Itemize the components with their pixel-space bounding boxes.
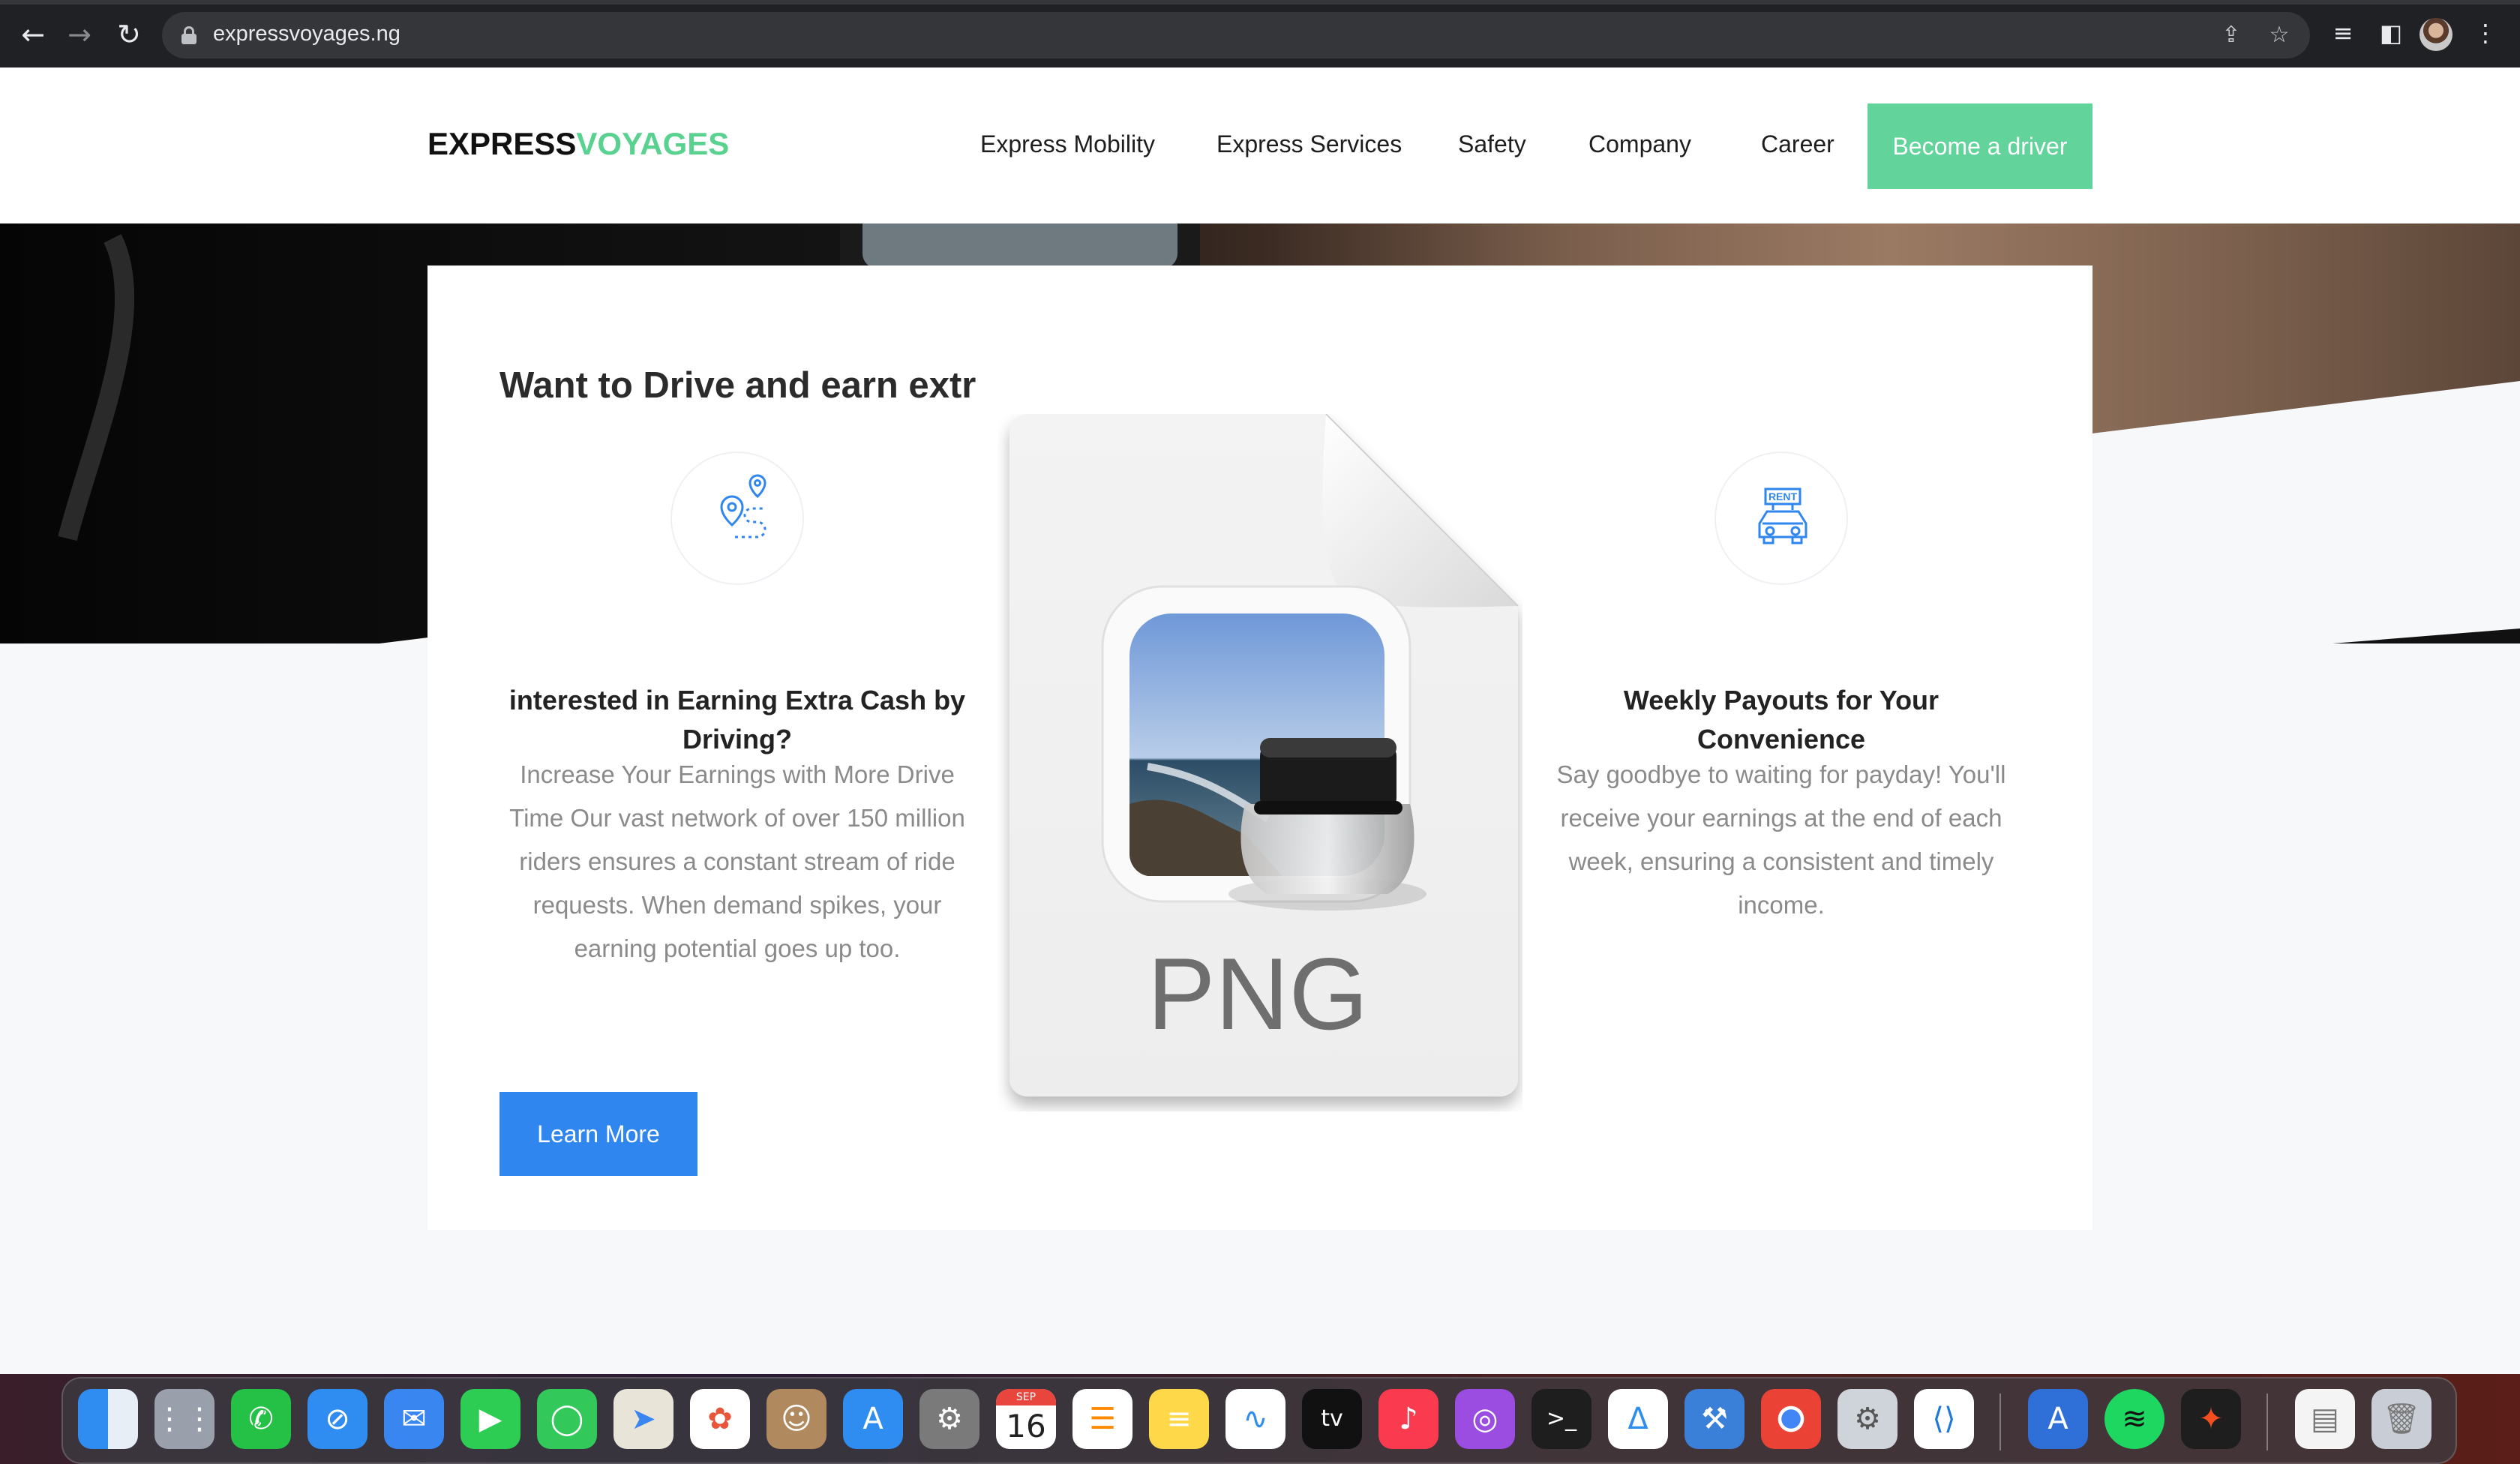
trash-icon[interactable]: 🗑	[2372, 1389, 2432, 1449]
dock-separator	[2266, 1394, 2268, 1450]
music-icon[interactable]: ♪	[1378, 1389, 1438, 1449]
site-header: EXPRESSVOYAGES Express Mobility Express …	[0, 68, 2520, 224]
become-a-driver-button[interactable]: Become a driver	[1868, 104, 2092, 189]
downloads-stack-icon[interactable]: ▤	[2295, 1389, 2355, 1449]
calendar-month: SEP	[996, 1389, 1056, 1406]
launchpad-icon[interactable]: ⋮⋮	[154, 1389, 214, 1449]
kebab-menu-icon[interactable]: ⋮	[2470, 18, 2500, 48]
route-pin-icon	[670, 452, 804, 585]
maps-icon[interactable]: ➤	[614, 1389, 674, 1449]
page-viewport: EXPRESSVOYAGES Express Mobility Express …	[0, 68, 2520, 1374]
forward-arrow-icon[interactable]: →	[62, 16, 98, 52]
nav-express-services[interactable]: Express Services	[1216, 130, 1402, 158]
png-file-preview-icon[interactable]: PNG	[998, 413, 1522, 1112]
back-arrow-icon[interactable]: ←	[15, 16, 51, 52]
contacts-icon[interactable]: ☺	[766, 1389, 826, 1449]
simulator-icon[interactable]: A	[2028, 1389, 2088, 1449]
nav-safety[interactable]: Safety	[1458, 130, 1526, 158]
rent-car-icon: RENT	[1714, 452, 1848, 585]
logo-voyages: VOYAGES	[576, 126, 730, 161]
apple-tv-icon[interactable]: tv	[1302, 1389, 1362, 1449]
feature-title-weekly-payouts: Weekly Payouts for Your Convenience	[1623, 685, 1940, 754]
media-control-icon[interactable]: ≡	[2328, 18, 2358, 48]
nav-career[interactable]: Career	[1761, 130, 1834, 158]
site-logo[interactable]: EXPRESSVOYAGES	[428, 126, 729, 162]
bookmark-star-icon[interactable]: ☆	[2266, 22, 2292, 48]
safari-icon[interactable]: ⊘	[308, 1389, 368, 1449]
system-preferences-icon[interactable]: ⚙	[920, 1389, 980, 1449]
podcasts-icon[interactable]: ◎	[1455, 1389, 1515, 1449]
profile-avatar[interactable]	[2420, 18, 2452, 51]
feature-description-earn-extra-cash: Increase Your Earnings with More Drive T…	[509, 760, 965, 962]
calendar-icon[interactable]: SEP 16	[996, 1389, 1056, 1449]
calendar-day: 16	[1006, 1408, 1046, 1444]
photos-icon[interactable]: ✿	[690, 1389, 750, 1449]
learn-more-button[interactable]: Learn More	[500, 1092, 698, 1176]
instruments-icon[interactable]: Δ	[1608, 1389, 1668, 1449]
app-store-icon[interactable]: A	[843, 1389, 903, 1449]
share-icon[interactable]: ⇪	[2218, 22, 2244, 48]
dock-separator	[2000, 1394, 2001, 1450]
nav-company[interactable]: Company	[1588, 130, 1691, 158]
xcode-icon[interactable]: ⚒	[1684, 1389, 1744, 1449]
tab-strip-edge	[0, 0, 2520, 4]
card-heading: Want to Drive and earn extr	[500, 365, 976, 406]
reload-icon[interactable]: ↻	[111, 16, 147, 52]
settings-gear-icon[interactable]: ⚙	[1838, 1389, 1898, 1449]
apple-tv-label: tv	[1321, 1406, 1343, 1432]
macos-dock: ⋮⋮ ✆ ⊘ ✉ ▶ ◯ ➤ ✿ ☺ A ⚙ SEP 16 ☰ ≡ ∿ tv ♪…	[62, 1377, 2457, 1464]
reminders-icon[interactable]: ☰	[1072, 1389, 1132, 1449]
notes-icon[interactable]: ≡	[1149, 1389, 1209, 1449]
facetime-icon[interactable]: ▶	[460, 1389, 520, 1449]
vscode-icon[interactable]: ⟨⟩	[1914, 1389, 1974, 1449]
terminal-icon[interactable]: >_	[1532, 1389, 1592, 1449]
mail-icon[interactable]: ✉	[384, 1389, 444, 1449]
nav-express-mobility[interactable]: Express Mobility	[980, 130, 1155, 158]
whatsapp-icon[interactable]: ✆	[231, 1389, 291, 1449]
chrome-icon[interactable]	[1761, 1389, 1821, 1449]
logo-express: EXPRESS	[428, 126, 577, 161]
browser-toolbar: ← → ↻ expressvoyages.ng ⇪ ☆ ≡ ◧ ⋮	[0, 0, 2520, 68]
file-type-label: PNG	[1147, 937, 1369, 1051]
messages-icon[interactable]: ◯	[537, 1389, 597, 1449]
address-bar[interactable]: expressvoyages.ng ⇪ ☆	[162, 12, 2310, 58]
rent-label: RENT	[1768, 490, 1798, 502]
lock-icon[interactable]	[182, 26, 196, 44]
url-text[interactable]: expressvoyages.ng	[213, 22, 400, 46]
finder-icon[interactable]	[78, 1389, 138, 1449]
feature-title-earn-extra-cash: interested in Earning Extra Cash by Driv…	[508, 685, 966, 754]
feature-description-weekly-payouts: Say goodbye to waiting for payday! You'l…	[1556, 760, 2006, 919]
spotify-icon[interactable]: ≋	[2104, 1389, 2164, 1449]
side-panel-icon[interactable]: ◧	[2376, 18, 2406, 48]
freeform-icon[interactable]: ∿	[1226, 1389, 1286, 1449]
figma-icon[interactable]: ✦	[2181, 1389, 2241, 1449]
